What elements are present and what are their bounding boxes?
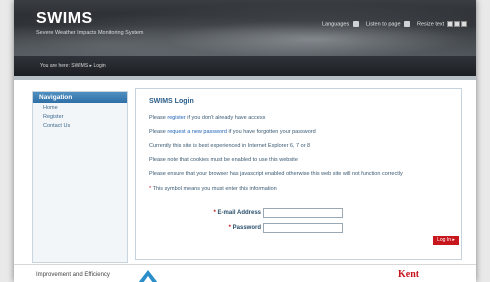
site-title[interactable]: SWIMS (36, 10, 93, 28)
listen-link[interactable]: Listen to page (366, 21, 411, 27)
sidebar-item-home[interactable]: Home (33, 103, 127, 112)
site-header: SWIMS Severe Weather Impacts Monitoring … (14, 0, 476, 56)
request-password-link[interactable]: request a new password (167, 129, 227, 135)
resize-text-control: Resize text (417, 21, 467, 27)
required-symbol: * (213, 210, 216, 216)
password-field-label: * Password (171, 225, 261, 231)
page-title: SWIMS Login (149, 98, 194, 105)
partner-logo-icon (138, 270, 158, 282)
text-medium-icon[interactable] (453, 21, 460, 27)
password-reset-pre-text: Please (149, 129, 166, 135)
site-footer: Improvement and Efficiency Kent (14, 264, 476, 282)
site-subtitle: Severe Weather Impacts Monitoring System (36, 30, 144, 36)
browser-note: Currently this site is best experienced … (149, 143, 311, 149)
password-label-text: Password (232, 225, 261, 231)
register-pre-text: Please (149, 115, 166, 121)
sidebar-item-register[interactable]: Register (33, 112, 127, 121)
sidebar-item-contact-us[interactable]: Contact Us (33, 121, 127, 130)
required-note-text: This symbol means you must enter this in… (152, 186, 277, 192)
cookies-note: Please note that cookies must be enabled… (149, 157, 298, 163)
required-symbol: * (228, 225, 231, 231)
listen-label[interactable]: Listen to page (366, 21, 401, 27)
breadcrumb-bar: You are here: SWIMS ▸ Login (14, 56, 476, 76)
breadcrumb[interactable]: You are here: SWIMS ▸ Login (40, 63, 106, 69)
text-small-icon[interactable] (446, 21, 453, 27)
page-frame: SWIMS Severe Weather Impacts Monitoring … (14, 0, 476, 282)
email-field-label: * E-mail Address (171, 210, 261, 216)
required-note: * This symbol means you must enter this … (149, 186, 277, 192)
sidebar-heading: Navigation (33, 92, 127, 103)
register-post-text: if you don't already have access (187, 115, 266, 121)
arrow-right-icon[interactable]: ▸ (452, 237, 455, 243)
register-line: Please register if you don't already hav… (149, 115, 265, 121)
login-panel: SWIMS Login Please register if you don't… (135, 88, 462, 260)
login-button[interactable]: Log In ▸ (433, 236, 459, 245)
password-reset-line: Please request a new password if you hav… (149, 129, 316, 135)
sidebar: Navigation Home Register Contact Us (32, 91, 128, 263)
kent-logo: Kent (398, 269, 420, 280)
password-reset-post-text: if you have forgotten your password (228, 129, 316, 135)
languages-label[interactable]: Languages (322, 21, 349, 27)
login-button-label[interactable]: Log In (437, 237, 451, 243)
text-large-icon[interactable] (460, 21, 467, 27)
javascript-note: Please ensure that your browser has java… (149, 171, 403, 177)
resize-label: Resize text (417, 21, 445, 28)
footer-partner-text: Improvement and Efficiency (36, 272, 110, 278)
required-symbol: * (149, 186, 152, 192)
languages-link[interactable]: Languages (322, 21, 359, 27)
header-divider (14, 76, 476, 80)
header-banner-image (14, 0, 476, 56)
speaker-icon[interactable] (404, 21, 411, 27)
globe-icon[interactable] (352, 21, 359, 27)
register-link[interactable]: register (167, 115, 185, 121)
password-field[interactable] (263, 223, 343, 233)
email-label-text: E-mail Address (217, 210, 261, 216)
email-field[interactable] (263, 208, 343, 218)
